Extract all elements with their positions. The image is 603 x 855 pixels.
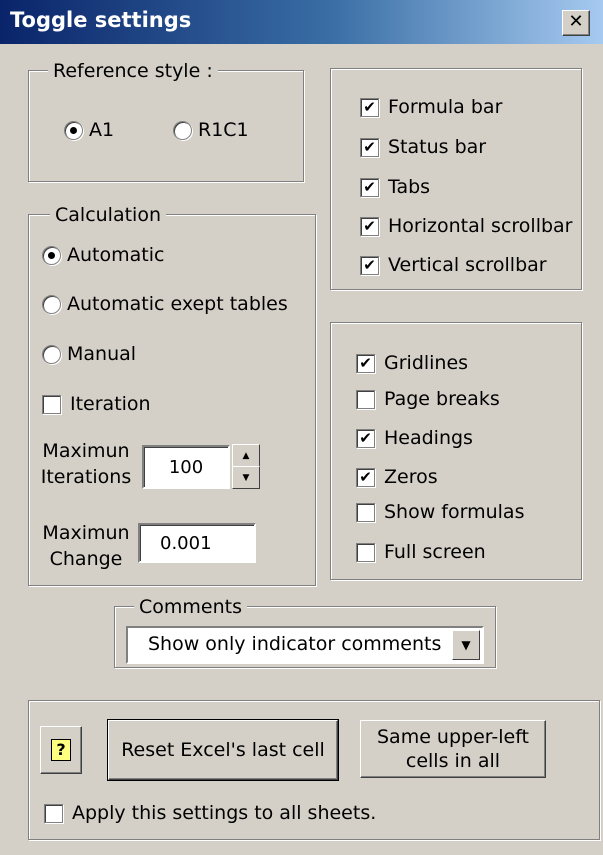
close-button[interactable]: ✕	[562, 10, 590, 36]
checkbox-iteration-label: Iteration	[70, 393, 151, 415]
radio-a1-indicator[interactable]	[64, 120, 83, 140]
radio-r1c1[interactable]: R1C1	[173, 119, 249, 141]
checkbox-gridlines-label: Gridlines	[384, 352, 469, 374]
checkbox-status-bar[interactable]: ✔ Status bar	[360, 136, 486, 158]
radio-automatic-label: Automatic	[67, 244, 165, 266]
check-icon[interactable]: ✔	[356, 467, 375, 487]
radio-manual-label: Manual	[67, 343, 137, 365]
checkbox-show-formulas[interactable]: Show formulas	[356, 501, 524, 523]
checkbox-gridlines[interactable]: ✔ Gridlines	[356, 352, 468, 374]
checkbox-zeros[interactable]: ✔ Zeros	[356, 466, 438, 488]
reset-last-cell-button[interactable]: Reset Excel's last cell	[107, 719, 339, 781]
calculation-legend: Calculation	[50, 204, 166, 226]
checkbox-zeros-label: Zeros	[384, 466, 438, 488]
max-change-input[interactable]: 0.001	[138, 523, 256, 563]
checkbox-vertical-scrollbar[interactable]: ✔ Vertical scrollbar	[360, 254, 547, 276]
checkbox-iteration-box[interactable]	[42, 394, 61, 414]
checkbox-horizontal-scrollbar-label: Horizontal scrollbar	[388, 215, 573, 237]
help-icon: ?	[51, 739, 71, 761]
arrow-down-icon: ▼	[242, 472, 250, 483]
arrow-up-icon: ▲	[242, 450, 250, 461]
max-iterations-input[interactable]: 100	[142, 445, 230, 489]
window-title: Toggle settings	[10, 8, 192, 32]
check-icon[interactable]: ✔	[360, 177, 379, 197]
radio-a1-label: A1	[89, 119, 115, 141]
spin-up-button[interactable]: ▲	[232, 444, 260, 467]
max-iterations-label: Maximun Iterations	[36, 438, 136, 490]
checkbox-vertical-scrollbar-label: Vertical scrollbar	[388, 254, 547, 276]
radio-automatic-except-tables[interactable]: Automatic exept tables	[42, 293, 288, 315]
title-bar: Toggle settings ✕	[0, 0, 603, 44]
check-icon[interactable]: ✔	[356, 428, 375, 448]
checkbox-page-breaks-label: Page breaks	[384, 388, 500, 410]
checkbox-full-screen-box[interactable]	[356, 542, 375, 562]
radio-a1[interactable]: A1	[64, 119, 114, 141]
checkbox-headings[interactable]: ✔ Headings	[356, 427, 473, 449]
same-upper-left-line2: cells in all	[405, 750, 501, 772]
radio-manual[interactable]: Manual	[42, 343, 136, 365]
max-change-label: Maximun Change	[36, 520, 136, 572]
reference-style-legend: Reference style :	[48, 60, 218, 82]
same-upper-left-button[interactable]: Same upper-left cells in all	[360, 720, 546, 778]
max-iterations-label-line1: Maximun	[42, 440, 130, 462]
radio-automatic-indicator[interactable]	[42, 245, 61, 265]
check-icon[interactable]: ✔	[360, 97, 379, 117]
max-change-label-line1: Maximun	[42, 522, 130, 544]
checkbox-headings-label: Headings	[384, 427, 473, 449]
check-icon[interactable]: ✔	[360, 216, 379, 236]
checkbox-status-bar-label: Status bar	[388, 136, 487, 158]
comments-legend: Comments	[134, 596, 247, 618]
radio-automatic-except-tables-indicator[interactable]	[42, 294, 61, 314]
checkbox-iteration[interactable]: Iteration	[42, 393, 151, 415]
checkbox-page-breaks-box[interactable]	[356, 389, 375, 409]
radio-manual-indicator[interactable]	[42, 344, 61, 364]
checkbox-formula-bar[interactable]: ✔ Formula bar	[360, 96, 502, 118]
checkbox-horizontal-scrollbar[interactable]: ✔ Horizontal scrollbar	[360, 215, 573, 237]
checkbox-full-screen[interactable]: Full screen	[356, 541, 486, 563]
radio-r1c1-indicator[interactable]	[173, 120, 192, 140]
checkbox-apply-all-sheets[interactable]: Apply this settings to all sheets.	[44, 802, 376, 824]
checkbox-show-formulas-box[interactable]	[356, 502, 375, 522]
comments-dropdown-value: Show only indicator comments	[148, 633, 442, 655]
checkbox-tabs[interactable]: ✔ Tabs	[360, 176, 430, 198]
checkbox-apply-all-sheets-box[interactable]	[44, 803, 63, 823]
radio-r1c1-label: R1C1	[198, 119, 249, 141]
max-iterations-label-line2: Iterations	[40, 466, 132, 488]
max-change-label-line2: Change	[49, 548, 123, 570]
checkbox-formula-bar-label: Formula bar	[388, 96, 503, 118]
check-icon[interactable]: ✔	[360, 255, 379, 275]
check-icon[interactable]: ✔	[356, 353, 375, 373]
close-icon: ✕	[568, 11, 584, 32]
same-upper-left-line1: Same upper-left	[376, 726, 530, 748]
comments-dropdown[interactable]: Show only indicator comments ▼	[126, 626, 484, 664]
checkbox-page-breaks[interactable]: Page breaks	[356, 388, 500, 410]
dropdown-arrow-button[interactable]: ▼	[452, 630, 480, 660]
help-button[interactable]: ?	[40, 726, 82, 774]
checkbox-tabs-label: Tabs	[388, 176, 431, 198]
spin-down-button[interactable]: ▼	[232, 466, 260, 489]
check-icon[interactable]: ✔	[360, 137, 379, 157]
checkbox-apply-all-sheets-label: Apply this settings to all sheets.	[72, 802, 377, 824]
chevron-down-icon: ▼	[461, 638, 471, 652]
checkbox-show-formulas-label: Show formulas	[384, 501, 525, 523]
radio-automatic-except-tables-label: Automatic exept tables	[67, 293, 288, 315]
radio-automatic[interactable]: Automatic	[42, 244, 164, 266]
checkbox-full-screen-label: Full screen	[384, 541, 486, 563]
